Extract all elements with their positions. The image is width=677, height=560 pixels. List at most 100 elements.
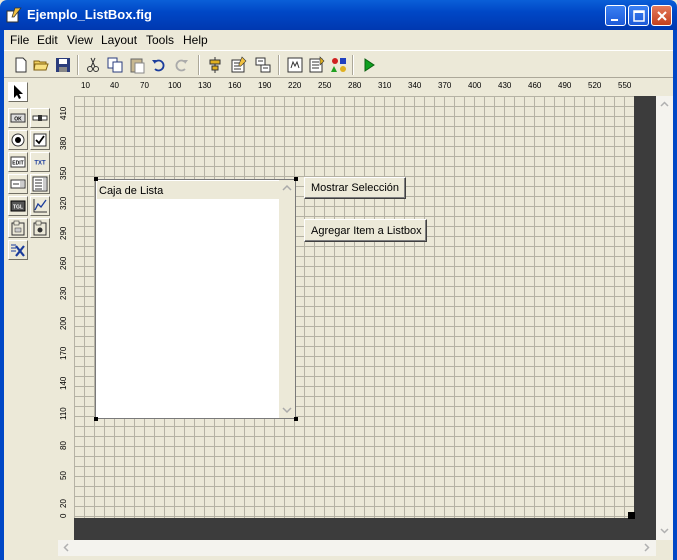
menu-layout[interactable]: Layout <box>101 33 137 47</box>
menu-bar: File Edit View Layout Tools Help <box>4 30 673 50</box>
palette-edit-text[interactable]: EDIT <box>8 152 28 172</box>
window-frame-right <box>673 30 677 560</box>
new-file-icon[interactable] <box>12 56 30 74</box>
figure-resize-handle[interactable] <box>628 512 635 519</box>
menu-edit[interactable]: Edit <box>37 33 58 47</box>
selection-handle[interactable] <box>94 177 98 181</box>
add-item-listbox-button[interactable]: Agregar Item a Listbox <box>304 219 427 242</box>
copy-icon[interactable] <box>106 56 124 74</box>
ruler-label: 550 <box>618 81 632 90</box>
palette-activex[interactable] <box>8 240 28 260</box>
ruler-label: 490 <box>558 81 572 90</box>
redo-icon[interactable] <box>172 56 190 74</box>
m-file-editor-icon[interactable] <box>286 56 304 74</box>
ruler-label: 280 <box>348 81 362 90</box>
ruler-label: 370 <box>438 81 452 90</box>
scroll-up-arrow-icon[interactable] <box>657 97 672 112</box>
svg-text:TXT: TXT <box>34 161 46 167</box>
ruler-label: 400 <box>468 81 482 90</box>
paste-icon[interactable] <box>128 56 146 74</box>
menu-file[interactable]: File <box>10 33 29 47</box>
horizontal-scrollbar[interactable] <box>58 540 656 556</box>
selection-handle[interactable] <box>294 417 298 421</box>
scroll-left-arrow-icon[interactable] <box>59 540 74 555</box>
open-folder-icon[interactable] <box>32 56 50 74</box>
cut-icon[interactable] <box>84 56 102 74</box>
align-icon[interactable] <box>206 56 224 74</box>
minimize-button[interactable] <box>605 5 626 26</box>
scroll-right-arrow-icon[interactable] <box>639 540 654 555</box>
maximize-button[interactable] <box>628 5 649 26</box>
push-button-icon: OK <box>10 113 26 123</box>
svg-text:OK: OK <box>14 117 22 123</box>
listbox-scrollbar[interactable] <box>279 180 295 418</box>
close-button[interactable] <box>651 5 672 26</box>
ruler-label: 430 <box>498 81 512 90</box>
palette-select[interactable] <box>8 82 28 102</box>
palette-button-group[interactable] <box>30 218 50 238</box>
scroll-up-arrow-icon[interactable] <box>279 180 295 196</box>
palette-slider[interactable] <box>30 108 50 128</box>
ruler-label: 310 <box>378 81 392 90</box>
show-selection-button[interactable]: Mostrar Selección <box>304 177 406 199</box>
selection-handle[interactable] <box>94 417 98 421</box>
activex-icon <box>11 244 25 257</box>
object-browser-icon[interactable] <box>330 56 348 74</box>
button-group-icon <box>33 220 47 236</box>
menu-editor-icon[interactable] <box>230 56 248 74</box>
axes-icon <box>33 199 47 213</box>
listbox-component[interactable]: Caja de Lista <box>95 179 296 419</box>
ruler-label: 110 <box>59 407 68 420</box>
window-title: Ejemplo_ListBox.fig <box>27 7 152 22</box>
menu-view[interactable]: View <box>67 33 93 47</box>
menu-tools[interactable]: Tools <box>146 33 174 47</box>
component-palette: OK EDIT TXT TGL <box>8 82 56 542</box>
ruler-label: 10 <box>81 81 90 90</box>
toolbar-separator <box>77 55 79 75</box>
vertical-scrollbar[interactable] <box>656 96 673 540</box>
panel-icon <box>11 220 25 236</box>
scroll-down-arrow-icon[interactable] <box>657 523 672 538</box>
ruler-label: 250 <box>318 81 332 90</box>
toolbar-separator <box>278 55 280 75</box>
ruler-label: 320 <box>59 196 68 210</box>
toolbar <box>4 50 673 78</box>
palette-axes[interactable] <box>30 196 50 216</box>
palette-checkbox[interactable] <box>30 130 50 150</box>
palette-static-text[interactable]: TXT <box>30 152 50 172</box>
ruler-label: 290 <box>59 226 68 240</box>
palette-popup-menu[interactable] <box>8 174 28 194</box>
save-icon[interactable] <box>54 56 72 74</box>
palette-listbox[interactable] <box>30 174 50 194</box>
selection-handle[interactable] <box>294 177 298 181</box>
popup-menu-icon <box>10 179 26 189</box>
run-icon[interactable] <box>360 56 378 74</box>
palette-push-button[interactable]: OK <box>8 108 28 128</box>
list-item[interactable]: Caja de Lista <box>97 181 280 199</box>
ruler-label: 350 <box>59 166 68 180</box>
select-arrow-icon <box>14 85 23 99</box>
scroll-down-arrow-icon[interactable] <box>279 402 295 418</box>
ruler-label: 410 <box>59 106 68 120</box>
ruler-label: 380 <box>59 136 68 150</box>
ruler-label: 460 <box>528 81 542 90</box>
undo-icon[interactable] <box>150 56 168 74</box>
ruler-label: 200 <box>59 316 68 330</box>
ruler-label: 260 <box>59 256 68 270</box>
toggle-button-icon: TGL <box>10 200 26 212</box>
ruler-label: 20 <box>59 499 68 508</box>
menu-help[interactable]: Help <box>183 33 208 47</box>
property-inspector-icon[interactable] <box>308 56 326 74</box>
vertical-ruler: 410 380 350 320 290 260 230 200 170 140 … <box>58 96 74 520</box>
radio-button-icon <box>11 133 25 147</box>
listbox-icon <box>32 176 48 192</box>
tab-order-icon[interactable] <box>254 56 272 74</box>
ruler-label: 100 <box>168 81 182 90</box>
palette-radio-button[interactable] <box>8 130 28 150</box>
window-frame-left <box>0 30 4 560</box>
ruler-label: 230 <box>59 286 68 300</box>
palette-panel[interactable] <box>8 218 28 238</box>
ruler-label: 170 <box>59 346 68 360</box>
palette-toggle-button[interactable]: TGL <box>8 196 28 216</box>
ruler-label: 220 <box>288 81 302 90</box>
